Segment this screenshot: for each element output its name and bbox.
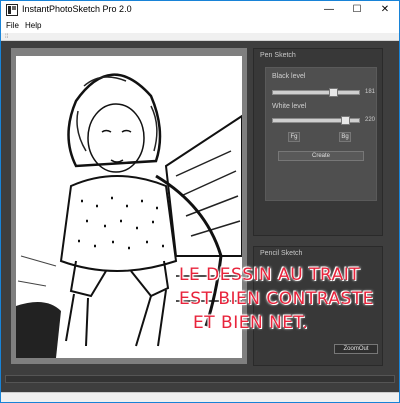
window-title: InstantPhotoSketch Pro 2.0 bbox=[22, 4, 132, 14]
zoom-out-button[interactable]: ZoomOut bbox=[334, 344, 378, 354]
minimize-button[interactable]: — bbox=[315, 1, 343, 19]
toolstrip: ⁞⁞ bbox=[1, 33, 399, 41]
black-level-slider-thumb[interactable] bbox=[329, 88, 338, 97]
pencil-sketch-title: Pencil Sketch bbox=[260, 250, 303, 257]
overlay-line-2: EST BIEN CONTRASTE bbox=[179, 289, 374, 309]
pen-sketch-panel: Pen Sketch Black level 181 White level 2… bbox=[253, 48, 383, 236]
app-window: InstantPhotoSketch Pro 2.0 — ☐ ✕ File He… bbox=[0, 0, 400, 403]
workspace: Pen Sketch Black level 181 White level 2… bbox=[1, 41, 399, 392]
toolstrip-grip-icon[interactable]: ⁞⁞ bbox=[5, 34, 8, 40]
pen-sketch-title: Pen Sketch bbox=[260, 52, 296, 59]
overlay-line-3: ET BIEN NET. bbox=[193, 313, 309, 333]
sketch-app-icon bbox=[6, 4, 18, 16]
menu-file[interactable]: File bbox=[6, 21, 19, 30]
status-bar bbox=[1, 392, 399, 402]
white-level-slider[interactable] bbox=[272, 116, 360, 125]
black-level-slider[interactable] bbox=[272, 88, 360, 97]
overlay-line-1: LE DESSIN AU TRAIT bbox=[179, 265, 361, 285]
black-level-value: 181 bbox=[365, 89, 376, 95]
fg-color-button[interactable]: Fg bbox=[288, 132, 300, 142]
annotation-overlay-text: LE DESSIN AU TRAIT EST BIEN CONTRASTE ET… bbox=[179, 263, 389, 335]
title-bar[interactable]: InstantPhotoSketch Pro 2.0 — ☐ ✕ bbox=[1, 1, 399, 19]
white-level-value: 220 bbox=[365, 117, 376, 123]
bg-color-button[interactable]: Bg bbox=[339, 132, 351, 142]
horizontal-scrollbar[interactable] bbox=[5, 375, 395, 383]
black-level-label: Black level bbox=[272, 73, 306, 80]
white-level-slider-thumb[interactable] bbox=[341, 116, 350, 125]
create-button[interactable]: Create bbox=[278, 151, 364, 161]
menu-help[interactable]: Help bbox=[25, 21, 41, 30]
pen-sketch-controls: Black level 181 White level 220 Fg Bg Cr… bbox=[265, 67, 377, 201]
close-button[interactable]: ✕ bbox=[371, 1, 399, 19]
menu-bar: File Help bbox=[1, 19, 399, 33]
white-level-label: White level bbox=[272, 103, 307, 110]
maximize-button[interactable]: ☐ bbox=[343, 1, 371, 19]
